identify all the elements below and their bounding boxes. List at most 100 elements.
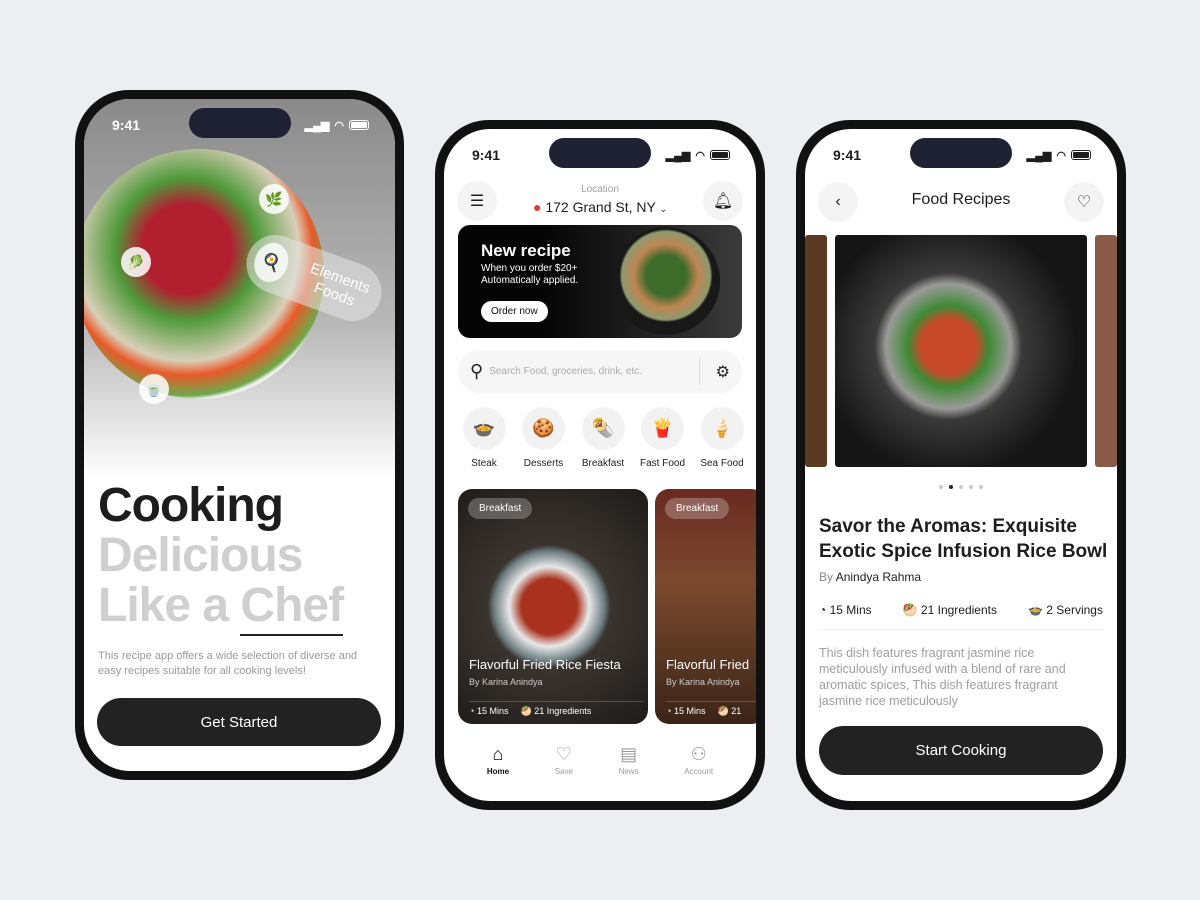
prev-image[interactable] (805, 235, 827, 467)
title-line-3: Like a (98, 579, 241, 632)
wifi-icon: ◠ (334, 119, 344, 132)
favorite-button[interactable]: ♡ (1064, 182, 1104, 222)
filter-icon[interactable]: ⚙ (716, 362, 730, 382)
dynamic-island (910, 138, 1012, 168)
category-label: Breakfast (581, 458, 625, 469)
recipe-card[interactable]: Breakfast Flavorful Fried By Karina Anin… (655, 489, 756, 724)
search-icon: ⚲ (470, 361, 484, 381)
carousel-dot[interactable] (959, 485, 963, 489)
banner-food-image (612, 227, 720, 335)
home-icon: ⌂ (492, 744, 504, 764)
home-phone: 9:41 ▂▄▆ ◠ ☰ Location ● 172 Grand St, NY ⌄ … (435, 120, 765, 810)
carousel-dots[interactable] (805, 485, 1117, 489)
nav-label: Account (684, 767, 714, 776)
title-line-1: Cooking (98, 479, 284, 532)
carousel-dot[interactable] (949, 485, 953, 489)
recipe-ingredients: 21 Ingredients (920, 603, 997, 617)
category-breakfast[interactable]: 🌯 Breakfast (577, 407, 629, 469)
get-started-button[interactable]: Get Started (97, 698, 381, 746)
category-tag: Breakfast (468, 498, 533, 519)
egg-icon: 🍳 (248, 238, 294, 288)
recipe-card[interactable]: Breakfast Flavorful Fried Rice Fiesta By… (458, 489, 648, 724)
home-screen: 9:41 ▂▄▆ ◠ ☰ Location ● 172 Grand St, NY ⌄ … (444, 129, 756, 801)
clock-icon: ◔ (666, 706, 672, 716)
order-now-button[interactable]: Order now (481, 301, 548, 322)
recipe-author[interactable]: Anindya Rahma (836, 570, 921, 584)
nav-save[interactable]: ♡ Save (555, 744, 573, 776)
signal-icon: ▂▄▆ (665, 149, 691, 162)
carousel-dot[interactable] (979, 485, 983, 489)
category-sea-food[interactable]: 🍦 Sea Food (696, 407, 748, 469)
onboarding-title: Cooking Delicious Like a Chef (98, 479, 344, 636)
cookie-icon: 🍪 (522, 407, 565, 450)
title-chef: Chef (240, 579, 344, 636)
heart-icon: ♡ (555, 744, 572, 764)
promo-banner[interactable]: New recipe When you order $20+ Automatica… (458, 225, 742, 338)
heart-icon: ♡ (1076, 194, 1092, 211)
banner-line-1: When you order $20+ (481, 263, 578, 274)
chevron-down-icon: ⌄ (659, 204, 668, 214)
leaf-chip-icon: 🌿 (259, 184, 289, 214)
user-icon: ⚇ (690, 744, 707, 764)
signal-icon: ▂▄▆ (304, 119, 330, 132)
by-label: By (819, 570, 834, 584)
ingredients-icon: 🥙 (717, 706, 729, 716)
detail-phone: 9:41 ▂▄▆ ◠ ‹ Food Recipes ♡ Savor the Arom… (796, 120, 1126, 810)
onboarding-screen: 🌿 🥬 🍵 🍳 Elements Foods 9:41 ▂▄▆ ◠ Cooking D… (84, 99, 395, 771)
category-label: Fast Food (639, 458, 686, 469)
bell-icon: 🔔︎ (712, 193, 734, 210)
recipe-time: 15 Mins (829, 603, 872, 617)
recipe-ingredients: 21 (731, 706, 742, 716)
hero-image: 🌿 🥬 🍵 🍳 Elements Foods (84, 99, 395, 479)
recipe-servings: 2 Servings (1046, 603, 1103, 617)
recipe-time: 15 Mins (673, 706, 706, 716)
nav-news[interactable]: ▤ News (619, 744, 639, 776)
search-input[interactable]: Search Food, groceries, drink, etc. (489, 366, 642, 377)
start-cooking-button[interactable]: Start Cooking (819, 726, 1103, 775)
category-fast-food[interactable]: 🍟 Fast Food (637, 407, 689, 469)
carousel-dot[interactable] (939, 485, 943, 489)
battery-icon (710, 150, 730, 160)
dynamic-island (188, 108, 291, 138)
ingredients-icon: 🥙 (902, 603, 918, 617)
recipe-time: 15 Mins (476, 706, 509, 716)
clock-icon: ◔ (469, 706, 475, 716)
nav-home[interactable]: ⌂ Home (487, 744, 509, 776)
recipe-description: This dish features fragrant jasmine rice… (819, 646, 1066, 708)
servings-icon: 🍲 (1027, 603, 1043, 617)
battery-icon (1071, 150, 1091, 160)
recipe-author: By Karina Anindya (469, 677, 543, 687)
divider (699, 358, 700, 385)
wifi-icon: ◠ (1056, 149, 1066, 162)
news-icon: ▤ (620, 744, 638, 764)
carousel-dot[interactable] (969, 485, 973, 489)
bottom-nav: ⌂ Home ♡ Save ▤ News ⚇ Account (444, 744, 756, 776)
ingredients-icon: 🥙 (520, 706, 532, 716)
banner-title: New recipe (481, 241, 571, 260)
recipe-image[interactable] (835, 235, 1087, 467)
recipe-meta: ◔ 15 Mins 🥙 21 Ingredients 🍲 2 Servings (819, 603, 1103, 630)
onboarding-phone: 🌿 🥬 🍵 🍳 Elements Foods 9:41 ▂▄▆ ◠ Cooking D… (75, 90, 404, 780)
search-bar[interactable]: ⚲ Search Food, groceries, drink, etc. ⚙ (458, 350, 742, 393)
category-steak[interactable]: 🍲 Steak (458, 407, 510, 469)
category-tag: Breakfast (665, 498, 730, 519)
location-value: 172 Grand St, NY (545, 199, 656, 215)
recipe-name: Flavorful Fried (666, 657, 750, 672)
banner-line-2: Automatically applied. (481, 275, 579, 286)
category-list: 🍲 Steak 🍪 Desserts 🌯 Breakfast 🍟 Fast Food 🍦… (458, 407, 748, 469)
category-label: Steak (471, 458, 497, 469)
notifications-button[interactable]: 🔔︎ (703, 181, 743, 221)
battery-icon (349, 120, 369, 130)
steak-icon: 🍲 (462, 407, 506, 450)
signal-icon: ▂▄▆ (1026, 149, 1052, 162)
nav-label: Save (554, 767, 573, 776)
recipe-title: Savor the Aromas: Exquisite Exotic Spice… (819, 516, 1108, 562)
bowl-chip-icon: 🍵 (139, 374, 169, 404)
title-line-2: Delicious (98, 529, 303, 582)
recipe-author: By Karina Anindya (666, 677, 740, 687)
nav-account[interactable]: ⚇ Account (684, 744, 713, 776)
category-desserts[interactable]: 🍪 Desserts (518, 407, 570, 469)
dynamic-island (549, 138, 651, 168)
next-image[interactable] (1095, 235, 1117, 467)
nav-label: Home (486, 767, 510, 776)
